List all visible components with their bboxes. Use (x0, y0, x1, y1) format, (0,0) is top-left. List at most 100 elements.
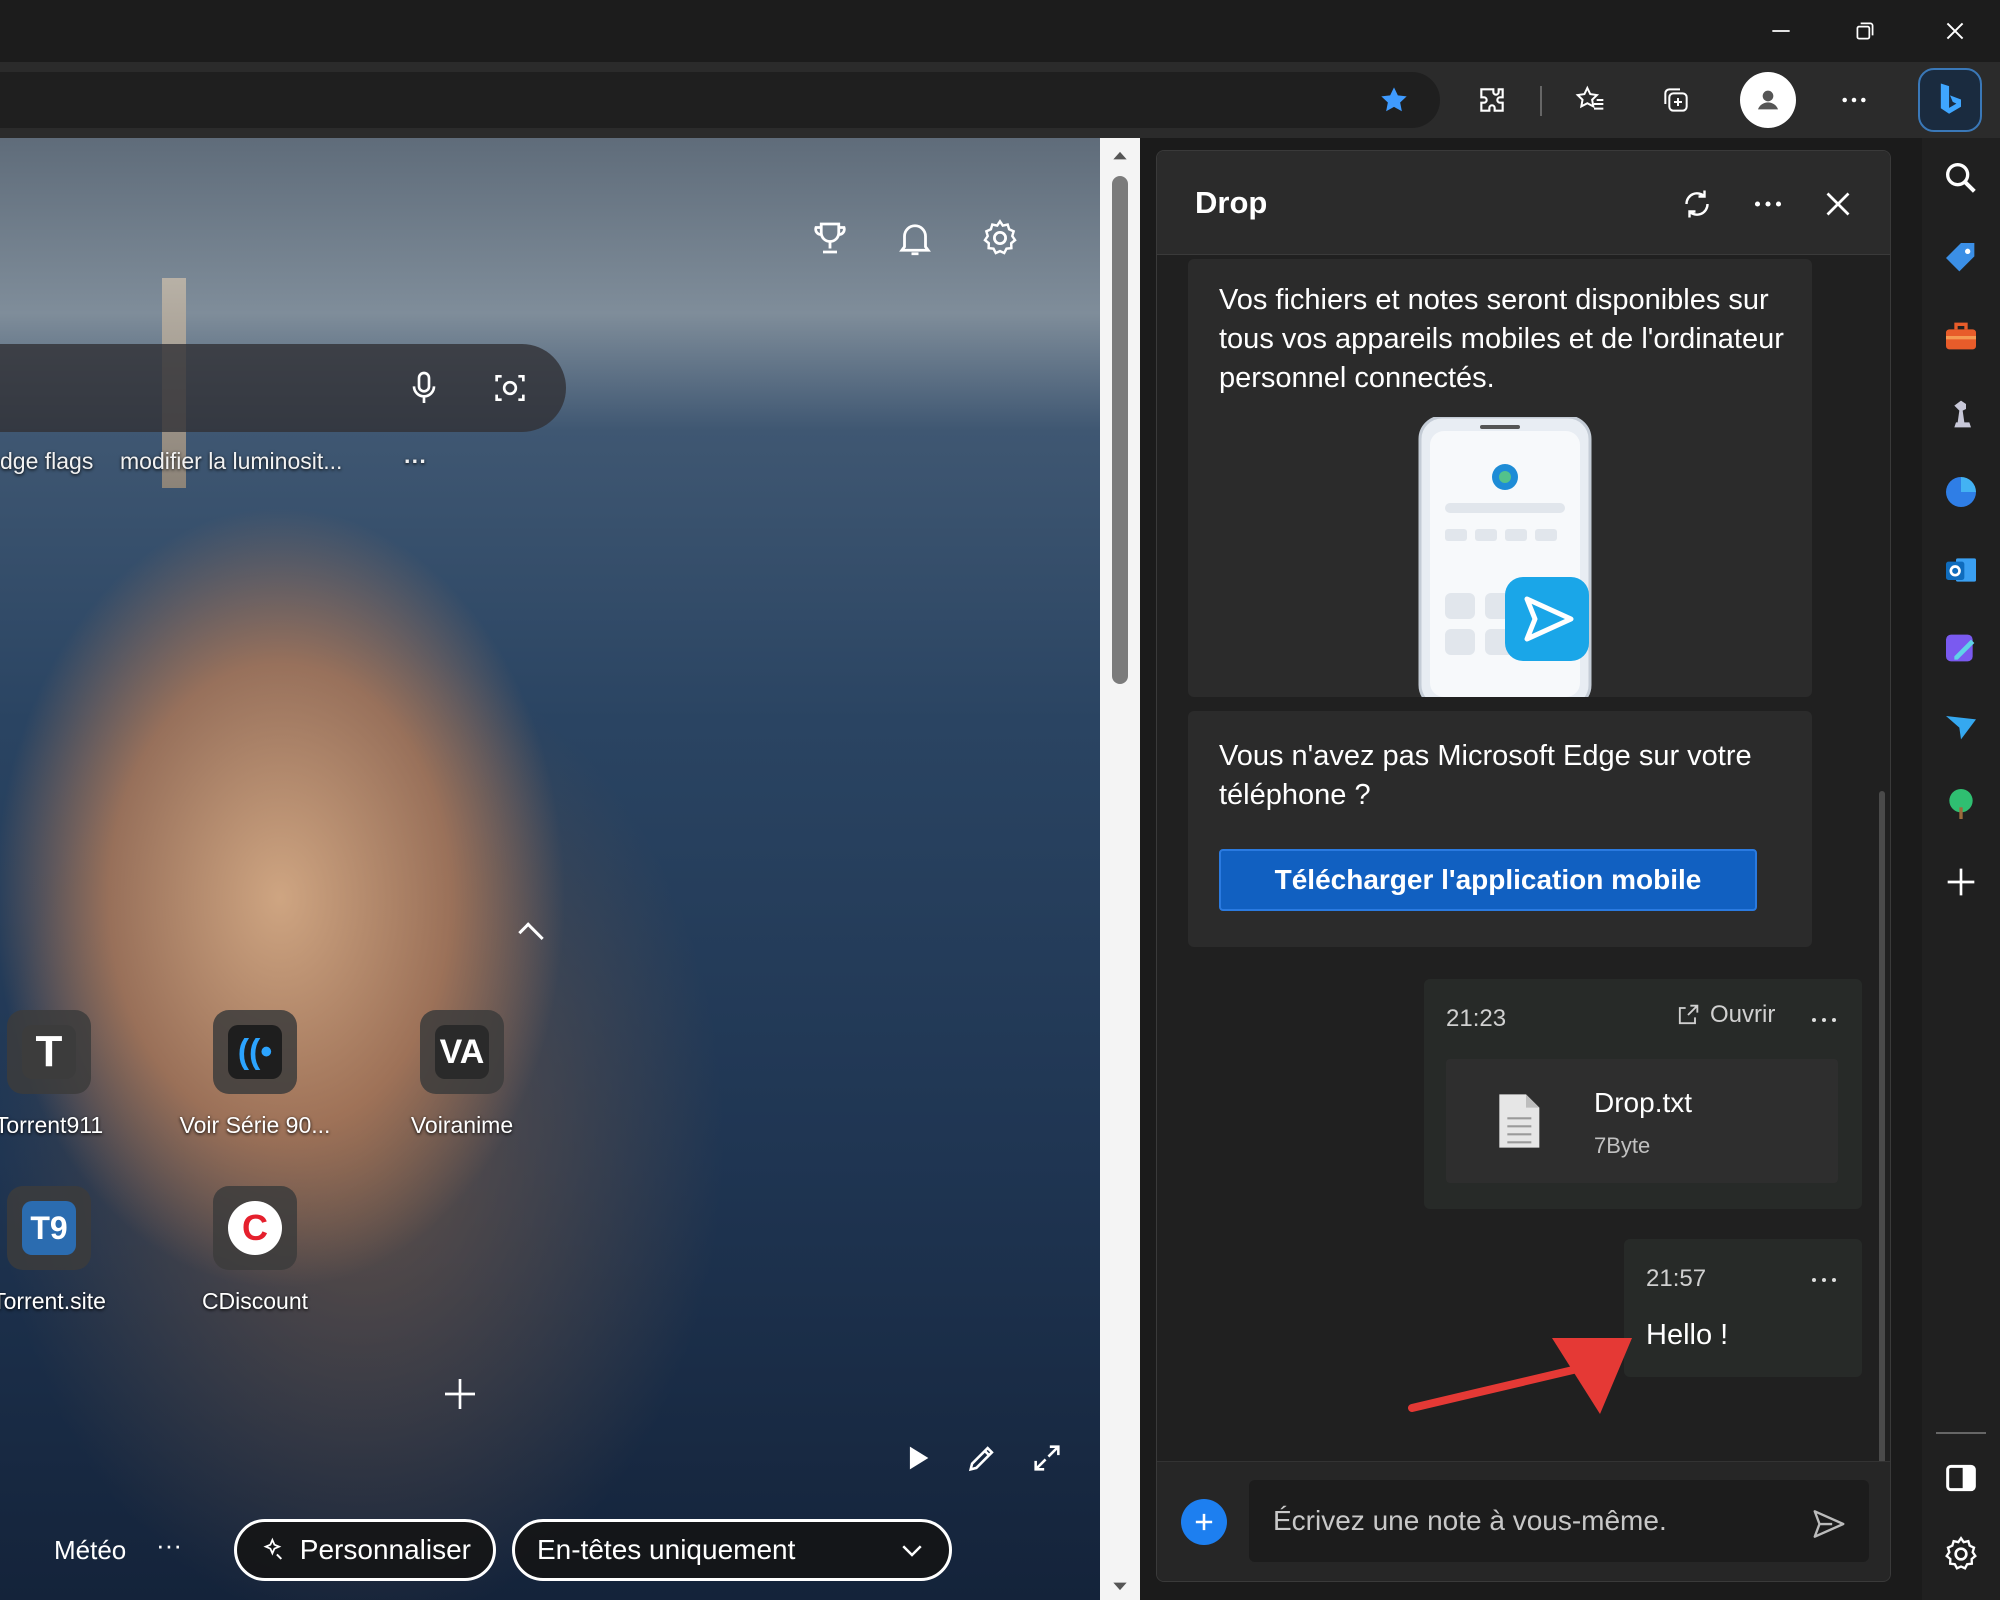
fullscreen-button[interactable] (1025, 1436, 1069, 1480)
play-icon (909, 1446, 929, 1470)
favorite-star-icon (1381, 87, 1407, 112)
drop-message-file: 21:23 Ouvrir Drop.txt 7Byte (1424, 979, 1862, 1209)
drop-more-button[interactable] (1743, 179, 1793, 229)
close-drop-button[interactable] (1813, 179, 1863, 229)
minimize-button[interactable] (1746, 8, 1816, 54)
microphone-icon (412, 371, 436, 403)
file-size: 7Byte (1594, 1133, 1651, 1158)
sidebar-drop[interactable] (1935, 700, 1987, 752)
personalize-label: Personnaliser (299, 1534, 471, 1565)
scroll-down-arrow-icon (1113, 1582, 1127, 1591)
voiranime-logo-icon: VA (435, 1025, 489, 1079)
quick-link-edge-flags[interactable]: dge flags (0, 448, 93, 475)
more-icon (1842, 97, 1866, 103)
favorites-button[interactable] (1566, 76, 1614, 124)
drop-info-card: Vos fichiers et notes seront disponibles… (1188, 259, 1812, 697)
tile-icon-voir-serie: ((• (213, 1010, 297, 1094)
message-more-button[interactable] (1804, 1005, 1844, 1035)
note-text: Hello ! (1646, 1319, 1729, 1351)
more-icon (1812, 1018, 1836, 1022)
sidebar-search[interactable] (1935, 152, 1987, 204)
file-name: Drop.txt (1594, 1087, 1693, 1118)
quick-link-brightness[interactable]: modifier la luminosit... (120, 448, 342, 475)
web-search-box[interactable] (0, 344, 566, 432)
tile-torrent911[interactable]: T Torrent911 (0, 1010, 134, 1139)
plus-icon (1195, 1513, 1213, 1531)
tile-icon-torrent911: T (7, 1010, 91, 1094)
sidebar-microsoft365[interactable] (1935, 466, 1987, 518)
favorite-star-button[interactable] (1370, 76, 1418, 124)
trophy-icon (814, 222, 846, 254)
layout-select[interactable]: En-têtes uniquement (512, 1519, 952, 1581)
sparkle-pencil-icon (263, 1537, 283, 1560)
chevron-down-icon (902, 1545, 922, 1557)
note-input[interactable] (1249, 1480, 1869, 1562)
voice-search-button[interactable] (398, 362, 450, 414)
cdiscount-logo-icon: C (228, 1201, 282, 1255)
visual-search-button[interactable] (484, 362, 536, 414)
close-icon (1826, 192, 1850, 216)
notifications-button[interactable] (887, 210, 943, 266)
sidebar-tree[interactable] (1935, 778, 1987, 830)
tile-voiranime[interactable]: VA Voiranime (377, 1010, 547, 1139)
download-mobile-app-button[interactable]: Télécharger l'application mobile (1219, 849, 1757, 911)
collections-button[interactable] (1652, 76, 1700, 124)
play-video-button[interactable] (895, 1436, 939, 1480)
search-icon (1946, 163, 1976, 193)
bing-copilot-button[interactable] (1918, 68, 1982, 132)
collections-icon (1664, 88, 1688, 112)
sidebar-designer[interactable] (1935, 622, 1987, 674)
collapse-chevron-icon[interactable] (518, 922, 544, 948)
close-window-button[interactable] (1920, 8, 1990, 54)
layout-select-value: En-têtes uniquement (537, 1534, 796, 1565)
page-scrollbar[interactable] (1100, 138, 1140, 1600)
sidebar-hide-button[interactable] (1935, 1452, 1987, 1504)
tile-voir-serie[interactable]: ((• Voir Série 90... (170, 1010, 340, 1139)
quick-links-more[interactable]: ··· (404, 448, 427, 475)
profile-button[interactable] (1740, 72, 1796, 128)
message-more-button[interactable] (1804, 1265, 1844, 1295)
edit-image-icon (968, 1446, 994, 1472)
note-composer (1157, 1461, 1890, 1581)
image-info-button[interactable] (960, 1436, 1004, 1480)
sidebar-outlook[interactable] (1935, 544, 1987, 596)
microsoft365-icon (1946, 477, 1976, 507)
page-scroll-thumb[interactable] (1112, 176, 1128, 684)
sidebar-add[interactable] (1935, 856, 1987, 908)
drop-panel-header: Drop (1157, 151, 1890, 255)
torrent-site-logo-icon: T9 (22, 1201, 76, 1255)
gear-icon (983, 219, 1017, 255)
sync-button[interactable] (1672, 179, 1722, 229)
sidebar-games[interactable] (1935, 388, 1987, 440)
restore-button[interactable] (1830, 8, 1900, 54)
extensions-button[interactable] (1468, 76, 1516, 124)
torrent911-logo-icon: T (22, 1025, 76, 1079)
page-settings-button[interactable] (972, 210, 1028, 266)
address-bar[interactable] (0, 72, 1440, 128)
sync-icon (1685, 190, 1709, 218)
settings-more-button[interactable] (1830, 76, 1878, 124)
personalize-button[interactable]: Personnaliser (234, 1519, 496, 1581)
designer-icon (1946, 634, 1975, 662)
sidebar-tools[interactable] (1935, 310, 1987, 362)
tile-torrent-site[interactable]: T9 Torrent.site (0, 1186, 134, 1315)
bottom-nav-more[interactable]: ··· (156, 1530, 182, 1561)
add-file-button[interactable] (1181, 1499, 1227, 1545)
sidebar-settings-button[interactable] (1935, 1528, 1987, 1580)
phone-illustration-icon (1418, 417, 1592, 697)
drop-panel: Drop Vos fichiers et notes seront dispon… (1156, 150, 1891, 1582)
tile-label: Torrent911 (0, 1112, 104, 1138)
file-attachment[interactable]: Drop.txt 7Byte (1446, 1059, 1838, 1183)
weather-tab[interactable]: Météo (54, 1535, 126, 1566)
drop-info-text: Vos fichiers et notes seront disponibles… (1219, 284, 1784, 394)
chess-piece-icon (1954, 400, 1971, 428)
sidebar-shopping[interactable] (1935, 232, 1987, 284)
rewards-button[interactable] (802, 210, 858, 266)
tile-icon-torrent-site: T9 (7, 1186, 91, 1270)
browser-toolbar (0, 62, 2000, 138)
open-file-button[interactable]: Ouvrir (1674, 1001, 1775, 1029)
tile-cdiscount[interactable]: C CDiscount (170, 1186, 340, 1315)
send-note-button[interactable] (1807, 1502, 1851, 1546)
gear-icon (1945, 1536, 1977, 1570)
add-shortcut-button[interactable] (440, 1374, 480, 1414)
